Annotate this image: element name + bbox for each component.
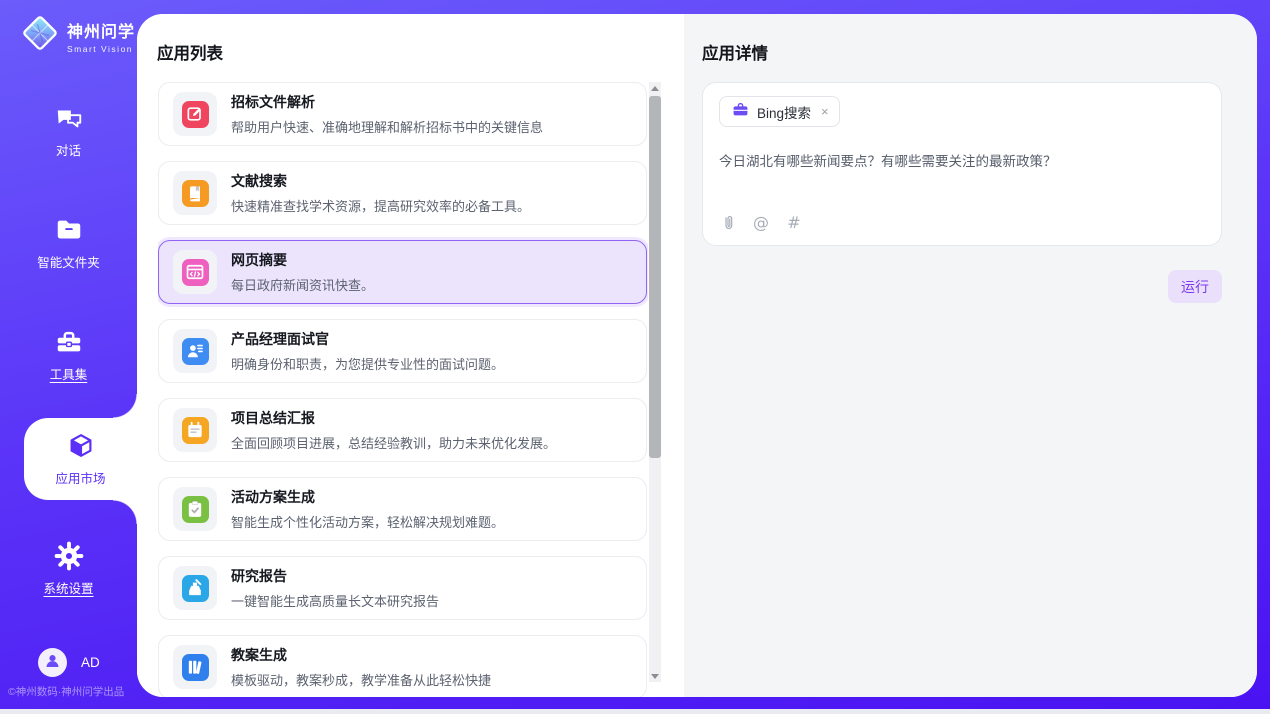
app-desc: 每日政府新闻资讯快查。: [231, 275, 374, 294]
clipboard-check-icon: [182, 496, 209, 523]
brand: 神州问学 Smart Vision: [20, 13, 135, 58]
app-name: 招标文件解析: [231, 92, 543, 112]
app-desc: 全面回顾项目进展，总结经验教训，助力未来优化发展。: [231, 433, 556, 452]
attachment-icon[interactable]: [719, 213, 737, 231]
app-desc: 智能生成个性化活动方案，轻松解决规划难题。: [231, 512, 504, 531]
app-name: 教案生成: [231, 645, 491, 665]
copyright: ©神州数码·神州问学出品: [8, 684, 124, 699]
interviewer-icon: [182, 338, 209, 365]
brand-name: 神州问学: [67, 18, 135, 42]
scrollbar[interactable]: [649, 82, 661, 682]
sidebar-item-toolset[interactable]: 工具集: [0, 322, 137, 388]
prompt-card: Bing搜索 × 今日湖北有哪些新闻要点？有哪些需要关注的最新政策？ @#: [702, 82, 1222, 246]
user-initials: AD: [81, 655, 100, 670]
book-icon: [182, 180, 209, 207]
app-name: 研究报告: [231, 566, 439, 586]
app-card[interactable]: 项目总结汇报 全面回顾项目进展，总结经验教训，助力未来优化发展。: [158, 398, 647, 462]
app-desc: 帮助用户快速、准确地理解和解析招标书中的关键信息: [231, 117, 543, 136]
sidebar-item-label: 系统设置: [43, 578, 93, 597]
sidebar-item-label: 应用市场: [55, 468, 105, 487]
hash-icon[interactable]: #: [785, 213, 803, 231]
app-name: 文献搜索: [231, 171, 530, 191]
tool-tag-label: Bing搜索: [757, 102, 811, 122]
app-card[interactable]: 教案生成 模板驱动，教案秒成，教学准备从此轻松快捷: [158, 635, 647, 697]
app-desc: 模板驱动，教案秒成，教学准备从此轻松快捷: [231, 670, 491, 689]
edit-icon: [182, 101, 209, 128]
books-icon: [182, 654, 209, 681]
bottom-strip: [0, 709, 1270, 714]
app-card[interactable]: 网页摘要 每日政府新闻资讯快查。: [158, 240, 647, 304]
sidebar-item-label: 智能文件夹: [37, 252, 100, 271]
brand-tagline: Smart Vision: [67, 44, 135, 54]
app-list-title: 应用列表: [157, 40, 223, 64]
app-card-list: 招标文件解析 帮助用户快速、准确地理解和解析招标书中的关键信息 文献搜索 快速精…: [158, 82, 648, 697]
user-icon: [43, 651, 62, 675]
sidebar-item-app-market[interactable]: 应用市场: [24, 418, 137, 500]
app-card[interactable]: 产品经理面试官 明确身份和职责，为您提供专业性的面试问题。: [158, 319, 647, 383]
app-card[interactable]: 文献搜索 快速精准查找学术资源，提高研究效率的必备工具。: [158, 161, 647, 225]
app-name: 项目总结汇报: [231, 408, 556, 428]
app-window: 神州问学 Smart Vision 对话 智能文件夹 工具集 应用市场 系统设置…: [0, 0, 1270, 714]
app-detail-panel: 应用详情 Bing搜索 × 今日湖北有哪些新闻要点？有哪些需要关注的最新政策？ …: [684, 14, 1257, 697]
tool-tag[interactable]: Bing搜索 ×: [719, 96, 840, 127]
app-desc: 明确身份和职责，为您提供专业性的面试问题。: [231, 354, 504, 373]
input-actions: @#: [719, 213, 1205, 231]
scroll-up-icon[interactable]: [649, 82, 661, 94]
toolbox-icon: [54, 327, 84, 357]
calendar-icon: [182, 417, 209, 444]
chat-icon: [54, 103, 84, 133]
app-card[interactable]: 活动方案生成 智能生成个性化活动方案，轻松解决规划难题。: [158, 477, 647, 541]
app-name: 产品经理面试官: [231, 329, 504, 349]
briefcase-icon: [732, 101, 749, 123]
scroll-down-icon[interactable]: [649, 670, 661, 682]
sidebar-item-smart-folder[interactable]: 智能文件夹: [0, 210, 137, 276]
diamond-logo-icon: [20, 13, 60, 58]
app-card[interactable]: 研究报告 一键智能生成高质量长文本研究报告: [158, 556, 647, 620]
main-surface: 应用列表 招标文件解析 帮助用户快速、准确地理解和解析招标书中的关键信息 文献搜…: [137, 14, 1257, 697]
app-card[interactable]: 招标文件解析 帮助用户快速、准确地理解和解析招标书中的关键信息: [158, 82, 647, 146]
research-icon: [182, 575, 209, 602]
folder-icon: [54, 215, 84, 245]
mention-icon[interactable]: @: [752, 213, 770, 231]
browser-code-icon: [182, 259, 209, 286]
app-name: 活动方案生成: [231, 487, 504, 507]
sidebar: 神州问学 Smart Vision 对话 智能文件夹 工具集 应用市场 系统设置…: [0, 0, 137, 709]
app-desc: 快速精准查找学术资源，提高研究效率的必备工具。: [231, 196, 530, 215]
scrollbar-thumb[interactable]: [649, 96, 661, 458]
sidebar-item-label: 对话: [56, 140, 81, 159]
sidebar-item-chat[interactable]: 对话: [0, 98, 137, 164]
sidebar-item-label: 工具集: [50, 364, 88, 383]
close-icon[interactable]: ×: [819, 104, 829, 119]
sidebar-item-settings[interactable]: 系统设置: [0, 536, 137, 602]
run-row: 运行: [1168, 270, 1222, 303]
gear-icon: [54, 541, 84, 571]
run-button[interactable]: 运行: [1168, 270, 1222, 303]
cube-icon: [66, 431, 96, 461]
app-name: 网页摘要: [231, 250, 374, 270]
avatar: [38, 648, 67, 677]
app-desc: 一键智能生成高质量长文本研究报告: [231, 591, 439, 610]
user-row[interactable]: AD: [38, 648, 100, 677]
app-detail-title: 应用详情: [702, 40, 768, 64]
app-list-panel: 应用列表 招标文件解析 帮助用户快速、准确地理解和解析招标书中的关键信息 文献搜…: [137, 14, 684, 697]
prompt-input[interactable]: 今日湖北有哪些新闻要点？有哪些需要关注的最新政策？: [719, 152, 1205, 213]
